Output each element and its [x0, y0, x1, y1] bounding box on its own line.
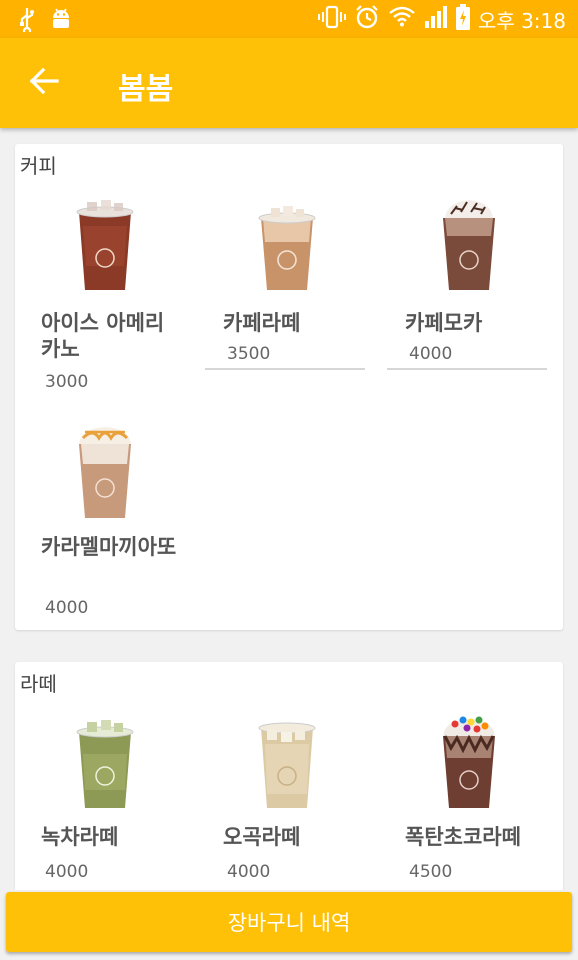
clock-text: 오후 3:18 — [477, 8, 566, 33]
menu-item-name: 녹차라떼 — [41, 825, 119, 849]
vibrate-icon — [317, 5, 346, 33]
menu-item-mocha[interactable]: 카페모카 4000 — [387, 186, 547, 370]
back-button[interactable] — [22, 61, 66, 105]
wifi-icon — [388, 6, 416, 32]
category-title: 라떼 — [20, 672, 57, 696]
category-card-latte: 라떼 녹차라떼 4000 오곡라떼 4000 폭탄초코라떼 4500 — [15, 662, 563, 890]
drink-grain-image — [258, 722, 316, 808]
drink-mocha-image — [443, 200, 495, 290]
menu-item-price: 4000 — [45, 862, 89, 882]
menu-item-price: 4500 — [409, 862, 453, 882]
menu-item-latte[interactable]: 카페라떼 3500 — [205, 186, 365, 370]
drink-americano-image — [76, 200, 134, 290]
drink-choco-image — [443, 716, 495, 808]
category-title: 커피 — [20, 154, 57, 178]
drink-latte-image — [258, 206, 316, 290]
menu-item-greentea[interactable]: 녹차라떼 4000 — [23, 704, 183, 890]
menu-item-name: 카페모카 — [405, 311, 483, 335]
menu-item-name: 카페라떼 — [223, 311, 301, 335]
status-bar: 오후 3:18 — [0, 0, 578, 38]
menu-item-price: 4000 — [409, 344, 453, 364]
alarm-icon — [354, 4, 380, 34]
page-title: 봄봄 — [118, 72, 174, 107]
battery-charging-icon — [455, 4, 470, 34]
menu-item-price: 4000 — [227, 862, 271, 882]
menu-item-caramel[interactable]: 카라멜마끼아또 4000 — [23, 414, 183, 624]
app-bar: 봄봄 — [0, 38, 578, 128]
drink-caramel-image — [79, 427, 131, 518]
menu-item-price: 3000 — [45, 372, 89, 392]
item-divider — [387, 368, 547, 370]
category-card-coffee: 커피 아이스 아메리카노 3000 카페라떼 3500 카페모카 4000 카라… — [15, 144, 563, 630]
menu-item-choco[interactable]: 폭탄초코라떼 4500 — [387, 704, 547, 890]
menu-item-price: 3500 — [227, 344, 271, 364]
arrow-left-icon — [29, 67, 59, 99]
cart-history-button[interactable]: 장바구니 내역 — [6, 892, 572, 952]
signal-icon — [424, 5, 448, 33]
drink-greentea-image — [76, 720, 134, 808]
menu-item-americano[interactable]: 아이스 아메리카노 3000 — [23, 186, 183, 396]
menu-item-name: 오곡라떼 — [223, 825, 301, 849]
usb-icon — [18, 6, 36, 36]
menu-list[interactable]: 커피 아이스 아메리카노 3000 카페라떼 3500 카페모카 4000 카라… — [0, 128, 578, 890]
menu-item-name: 아이스 아메리카노 — [41, 311, 165, 361]
menu-item-price: 4000 — [45, 598, 89, 618]
menu-item-name: 카라멜마끼아또 — [41, 535, 177, 559]
item-divider — [205, 368, 365, 370]
android-icon — [50, 7, 72, 35]
menu-item-name: 폭탄초코라떼 — [405, 825, 521, 849]
menu-item-grain[interactable]: 오곡라떼 4000 — [205, 704, 365, 890]
